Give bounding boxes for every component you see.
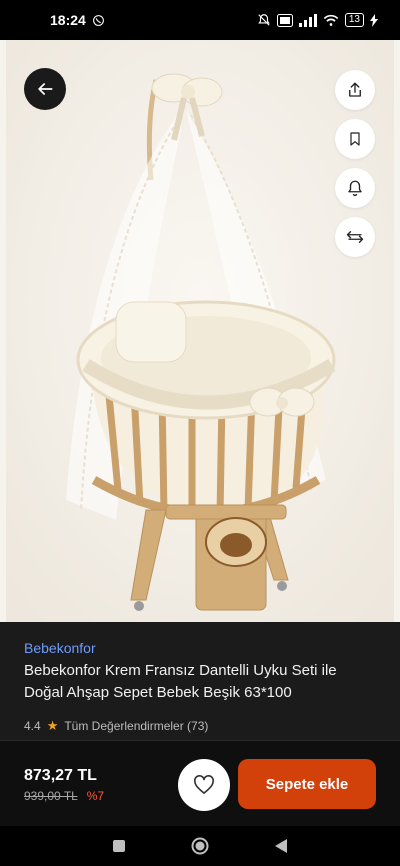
purchase-bar: 873,27 TL 939,00 TL %7 Sepete ekle <box>0 740 400 826</box>
share-button[interactable] <box>335 70 375 110</box>
rating-row[interactable]: 4.4 ★ Tüm Değerlendirmeler (73) <box>24 718 376 734</box>
back-button[interactable] <box>24 68 66 110</box>
share-icon <box>349 82 361 97</box>
current-price: 873,27 TL <box>24 767 97 784</box>
whatsapp-icon <box>92 14 104 26</box>
compare-button[interactable] <box>335 217 375 257</box>
favorite-button[interactable] <box>178 759 230 811</box>
heart-icon <box>194 775 214 794</box>
reviews-link[interactable]: Tüm Değerlendirmeler (73) <box>64 719 208 733</box>
bell-icon <box>348 180 362 197</box>
product-image-gallery[interactable] <box>0 40 400 622</box>
price-alert-button[interactable] <box>335 168 375 208</box>
recents-icon[interactable] <box>112 839 126 853</box>
brand-link[interactable]: Bebekonfor <box>24 640 376 656</box>
product-info: Bebekonfor Bebekonfor Krem Fransız Dante… <box>0 622 400 740</box>
battery-icon: 13 <box>344 13 364 27</box>
add-to-cart-button[interactable]: Sepete ekle <box>238 759 376 809</box>
bookmark-icon <box>350 132 360 146</box>
star-icon: ★ <box>46 718 59 733</box>
wifi-icon <box>323 14 339 26</box>
old-price: 939,00 TL <box>24 789 78 803</box>
bookmark-button[interactable] <box>335 119 375 159</box>
back-nav-icon[interactable] <box>274 838 288 854</box>
discount-badge: %7 <box>86 789 105 803</box>
home-icon[interactable] <box>191 837 209 855</box>
status-bar: 18:24 13 <box>0 0 400 40</box>
arrow-left-icon <box>38 83 53 95</box>
signal-icon <box>298 13 317 27</box>
mute-icon <box>258 14 270 26</box>
charging-icon <box>370 13 378 27</box>
bassinet-photo <box>6 40 394 622</box>
rating-value: 4.4 <box>24 719 41 733</box>
status-time: 18:24 <box>50 12 86 28</box>
system-nav-bar <box>0 826 400 866</box>
product-title: Bebekonfor Krem Fransız Dantelli Uyku Se… <box>24 662 337 701</box>
old-price-row: 939,00 TL %7 <box>24 789 104 803</box>
volte-icon <box>276 13 293 27</box>
swap-arrows-icon <box>346 231 364 243</box>
product-image[interactable] <box>6 40 394 622</box>
